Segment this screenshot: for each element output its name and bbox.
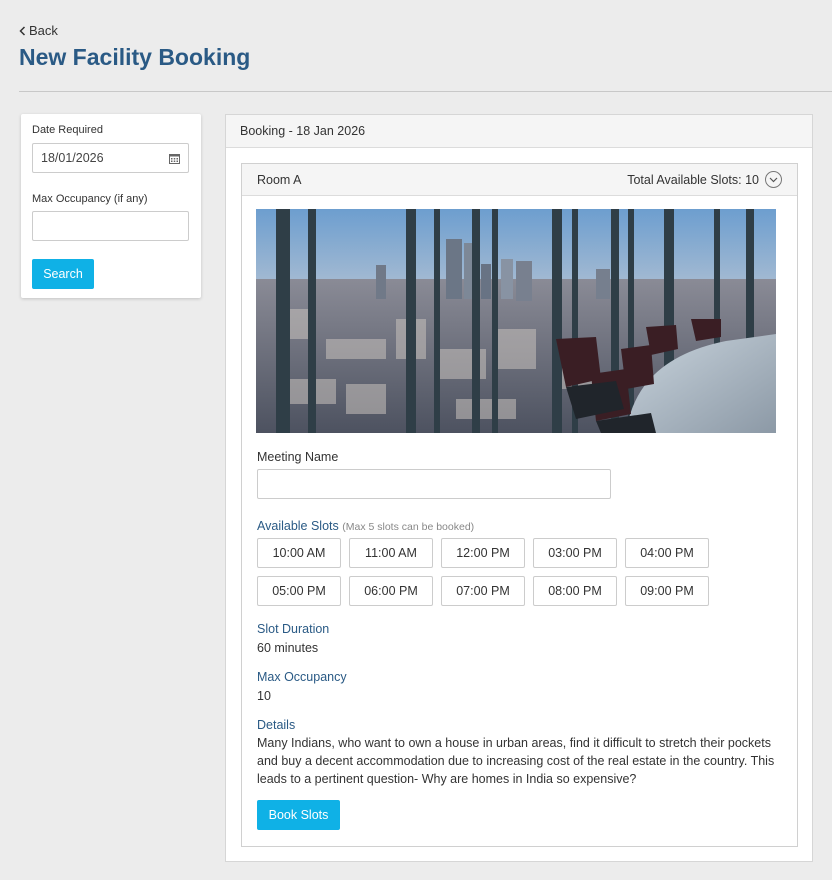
slot-button[interactable]: 12:00 PM bbox=[441, 538, 525, 568]
booking-header: Booking - 18 Jan 2026 bbox=[226, 115, 812, 148]
date-value: 18/01/2026 bbox=[41, 151, 104, 165]
date-field[interactable]: 18/01/2026 bbox=[32, 143, 189, 173]
available-slots-note: (Max 5 slots can be booked) bbox=[342, 521, 475, 533]
booking-panel: Booking - 18 Jan 2026 Room A Total Avail… bbox=[225, 114, 813, 862]
details-label: Details bbox=[257, 718, 296, 732]
search-panel: Date Required 18/01/2026 Max Occupancy (… bbox=[21, 114, 201, 298]
max-occupancy-label: Max Occupancy bbox=[257, 670, 347, 684]
room-header[interactable]: Room A Total Available Slots: 10 bbox=[242, 164, 797, 196]
date-label: Date Required bbox=[32, 124, 103, 136]
meeting-name-label: Meeting Name bbox=[257, 450, 339, 464]
room-card: Room A Total Available Slots: 10 Meeting… bbox=[241, 163, 798, 847]
slot-button[interactable]: 08:00 PM bbox=[533, 576, 617, 606]
chevron-down-icon bbox=[769, 177, 778, 182]
slot-button[interactable]: 10:00 AM bbox=[257, 538, 341, 568]
slot-duration-value: 60 minutes bbox=[257, 641, 319, 655]
slot-button[interactable]: 06:00 PM bbox=[349, 576, 433, 606]
slot-button[interactable]: 05:00 PM bbox=[257, 576, 341, 606]
collapse-toggle[interactable] bbox=[765, 171, 782, 188]
slots-grid: 10:00 AM 11:00 AM 12:00 PM 03:00 PM 04:0… bbox=[257, 538, 717, 606]
details-text: Many Indians, who want to own a house in… bbox=[257, 736, 775, 786]
max-occupancy-value: 10 bbox=[257, 689, 271, 703]
slot-button[interactable]: 03:00 PM bbox=[533, 538, 617, 568]
slot-button[interactable]: 11:00 AM bbox=[349, 538, 433, 568]
available-slots-label: Available Slots bbox=[257, 519, 339, 533]
slot-button[interactable]: 09:00 PM bbox=[625, 576, 709, 606]
header-divider bbox=[19, 91, 832, 92]
calendar-icon[interactable] bbox=[169, 153, 180, 164]
total-slots: Total Available Slots: 10 bbox=[627, 172, 759, 187]
back-label: Back bbox=[29, 23, 58, 38]
occupancy-label: Max Occupancy (if any) bbox=[32, 193, 148, 205]
occupancy-input[interactable] bbox=[32, 211, 189, 241]
meeting-name-input[interactable] bbox=[257, 469, 611, 499]
back-link[interactable]: Back bbox=[19, 23, 58, 38]
slot-duration-label: Slot Duration bbox=[257, 622, 330, 636]
room-name: Room A bbox=[257, 172, 302, 187]
page-title: New Facility Booking bbox=[19, 44, 251, 70]
chevron-left-icon bbox=[19, 25, 26, 36]
book-slots-button[interactable]: Book Slots bbox=[257, 800, 340, 830]
room-photo bbox=[256, 209, 776, 433]
search-button[interactable]: Search bbox=[32, 259, 94, 289]
available-slots-heading: Available Slots (Max 5 slots can be book… bbox=[257, 519, 474, 533]
slot-button[interactable]: 07:00 PM bbox=[441, 576, 525, 606]
slot-button[interactable]: 04:00 PM bbox=[625, 538, 709, 568]
